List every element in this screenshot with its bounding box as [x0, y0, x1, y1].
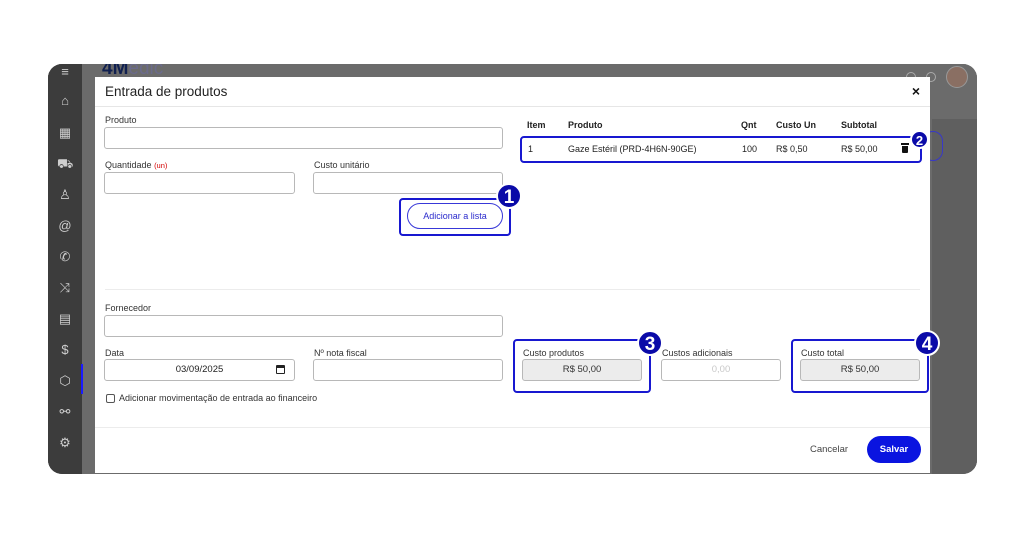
avatar[interactable]: [946, 66, 968, 88]
dollar-icon[interactable]: $: [57, 342, 73, 358]
highlight-box-2: [520, 136, 922, 163]
data-label: Data: [105, 348, 125, 358]
nota-fiscal-label: Nº nota fiscal: [314, 348, 367, 358]
quantidade-label: Quantidade (un): [105, 160, 168, 170]
table-header-produto: Produto: [568, 120, 603, 130]
clipboard-icon[interactable]: ▤: [57, 311, 73, 327]
close-icon[interactable]: ×: [912, 83, 920, 99]
custos-adicionais-label: Custos adicionais: [662, 348, 733, 358]
table-header-item: Item: [527, 120, 546, 130]
calendar-icon[interactable]: [276, 365, 285, 374]
table-header-subtotal: Subtotal: [841, 120, 877, 130]
fornecedor-input[interactable]: [104, 315, 503, 337]
financeiro-checkbox[interactable]: [106, 394, 115, 403]
highlight-box-3: [513, 339, 651, 393]
custo-unitario-label: Custo unitário: [314, 160, 370, 170]
custo-unitario-input[interactable]: [313, 172, 503, 194]
shuffle-icon[interactable]: ⤨: [57, 280, 73, 296]
produto-input[interactable]: [104, 127, 503, 149]
chart-icon[interactable]: ⚯: [57, 404, 73, 420]
table-header-custo-un: Custo Un: [776, 120, 816, 130]
data-input[interactable]: 03/09/2025: [104, 359, 295, 381]
annotation-badge-3: 3: [637, 330, 663, 356]
home-icon[interactable]: ⌂: [57, 93, 73, 109]
data-value: 03/09/2025: [175, 364, 224, 375]
quantidade-unit: (un): [154, 161, 168, 170]
footer-divider: [95, 427, 930, 428]
save-button[interactable]: Salvar: [867, 436, 921, 463]
table-header-qnt: Qnt: [741, 120, 757, 130]
highlight-box-4: [791, 339, 929, 393]
sidebar-active-indicator: [81, 364, 83, 394]
section-divider: [105, 289, 920, 290]
gear-icon[interactable]: ⚙: [57, 435, 73, 451]
highlight-box-1: [399, 198, 511, 236]
calendar-icon[interactable]: ▦: [57, 125, 73, 141]
car-icon[interactable]: ⛟: [57, 156, 73, 172]
financeiro-checkbox-label: Adicionar movimentação de entrada ao fin…: [119, 393, 318, 403]
entrada-produtos-modal: Entrada de produtos × Produto Quantidade…: [95, 77, 940, 473]
cancel-button[interactable]: Cancelar: [810, 444, 848, 455]
user-icon[interactable]: ♙: [57, 187, 73, 203]
menu-icon[interactable]: ≡: [57, 64, 73, 80]
custos-adicionais-input[interactable]: 0,00: [661, 359, 781, 381]
phone-icon[interactable]: ✆: [57, 249, 73, 265]
nota-fiscal-input[interactable]: [313, 359, 503, 381]
box-icon[interactable]: ⬡: [57, 373, 73, 389]
background-panel: [932, 119, 977, 474]
at-icon[interactable]: @: [57, 218, 73, 234]
fornecedor-label: Fornecedor: [105, 303, 152, 313]
quantidade-input[interactable]: [104, 172, 295, 194]
modal-title: Entrada de produtos: [105, 84, 228, 99]
sidebar: ≡ ⌂ ▦ ⛟ ♙ @ ✆ ⤨ ▤ $ ⬡ ⚯ ⚙: [48, 64, 83, 474]
produto-label: Produto: [105, 115, 137, 125]
modal-header: Entrada de produtos ×: [95, 77, 930, 107]
annotation-badge-4: 4: [914, 330, 940, 356]
annotation-badge-2: 2: [910, 130, 929, 149]
annotation-badge-1: 1: [496, 183, 522, 209]
